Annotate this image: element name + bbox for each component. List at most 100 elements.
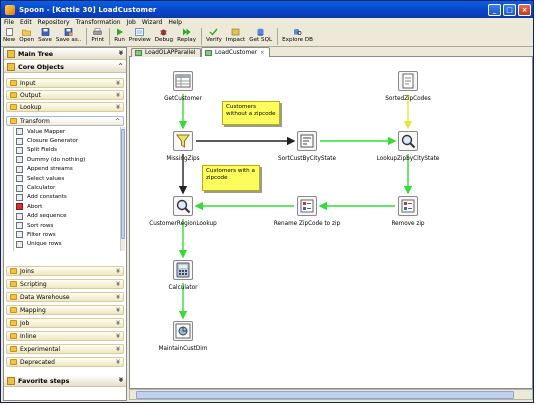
abort-icon <box>16 203 23 211</box>
category-output[interactable]: Output ¥ <box>6 90 124 100</box>
step-unique-rows[interactable]: Unique rows <box>14 240 124 249</box>
category-label: Lookup <box>20 103 42 111</box>
step-label: Select values <box>27 175 65 182</box>
step-value-mapper[interactable]: Value Mapper <box>14 127 124 136</box>
print-button[interactable]: Print <box>91 27 104 44</box>
step-customer-region-lookup[interactable]: CustomerRegionLookup <box>143 196 223 227</box>
step-label: Sort rows <box>27 222 54 229</box>
run-button[interactable]: Run <box>114 27 125 44</box>
step-lookup-zip-by-city-state[interactable]: LookupZipbyCityState <box>368 131 448 162</box>
category-lookup[interactable]: Lookup ¥ <box>6 102 124 112</box>
category-job[interactable]: Job ¥ <box>6 318 124 328</box>
folder-open-icon <box>10 118 17 124</box>
favorite-steps-header[interactable]: Favorite steps ¥ <box>4 375 126 387</box>
menu-job[interactable]: Job <box>127 19 136 26</box>
new-button[interactable]: New <box>3 27 15 44</box>
open-button[interactable]: Open <box>19 27 34 44</box>
window-title: Spoon - [Kettle 30] LoadCustomer <box>19 5 157 14</box>
maximize-button[interactable]: □ <box>503 3 516 16</box>
save-button[interactable]: Save <box>38 27 52 44</box>
category-label: Mapping <box>20 306 46 314</box>
menu-help[interactable]: Help <box>168 19 182 26</box>
category-scripting[interactable]: Scripting ¥ <box>6 279 124 289</box>
note-with-zipcode[interactable]: Customers with a zipcode <box>202 165 260 191</box>
step-label: Filter rows <box>27 231 56 238</box>
menu-wizard[interactable]: Wizard <box>142 19 162 26</box>
step-add-sequence[interactable]: Add sequence <box>14 212 124 221</box>
debug-button[interactable]: Debug <box>155 27 173 44</box>
step-maintain-cust-dim[interactable]: MaintainCustDim <box>143 321 223 352</box>
note-without-zipcode[interactable]: Customers without a zipcode <box>222 101 280 125</box>
tab-load-customer[interactable]: LoadCustomer × <box>201 47 271 57</box>
step-add-constants[interactable]: Add constants <box>14 193 124 202</box>
chevron-down-icon: ¥ <box>118 377 123 384</box>
category-inline[interactable]: Inline ¥ <box>6 331 124 341</box>
category-experimental[interactable]: Experimental ¥ <box>6 344 124 354</box>
menu-transformation[interactable]: Transformation <box>76 19 121 26</box>
split-fields-icon <box>16 146 23 154</box>
filter-icon <box>173 131 193 151</box>
core-objects-header[interactable]: Core Objects ^ <box>4 61 126 73</box>
folder-icon <box>10 333 17 339</box>
explore-db-button[interactable]: Explore DB <box>282 27 313 44</box>
canvas-horizontal-scrollbar[interactable] <box>129 389 533 400</box>
step-missing-zips[interactable]: MissingZips <box>143 131 223 162</box>
close-tab-icon[interactable]: × <box>260 50 264 56</box>
category-label: Deprecated <box>20 358 55 366</box>
step-sorted-zip-codes[interactable]: SortedZipCodes <box>368 71 448 102</box>
select-values-icon <box>16 175 23 183</box>
spoon-app-icon <box>5 4 15 15</box>
close-button[interactable]: × <box>518 3 531 16</box>
transformation-canvas[interactable]: Customers without a zipcode Customers wi… <box>129 57 533 389</box>
replay-button[interactable]: Replay <box>177 27 196 44</box>
minimize-button[interactable]: _ <box>488 3 501 16</box>
steps-scrollbar[interactable] <box>120 127 125 251</box>
preview-icon <box>135 28 145 36</box>
transform-steps-list: Value Mapper Closure Generator Split Fie… <box>13 127 124 251</box>
title-bar: Spoon - [Kettle 30] LoadCustomer _ □ × <box>1 1 533 18</box>
step-sort-cust-by-city-state[interactable]: SortCustByCityState <box>267 131 347 162</box>
main-tree-header[interactable]: Main Tree ¥ <box>4 48 126 60</box>
step-append-streams[interactable]: Append streams <box>14 165 124 174</box>
menu-edit[interactable]: Edit <box>20 19 32 26</box>
step-calculator[interactable]: Calculator <box>14 183 124 192</box>
step-closure-generator[interactable]: Closure Generator <box>14 136 124 145</box>
impact-button[interactable]: Impact <box>226 27 245 44</box>
step-abort[interactable]: Abort <box>14 202 124 211</box>
category-input[interactable]: Input ¥ <box>6 78 124 88</box>
scrollbar-thumb[interactable] <box>136 391 514 399</box>
step-select-values[interactable]: Select values <box>14 174 124 183</box>
category-mapping[interactable]: Mapping ¥ <box>6 305 124 315</box>
menu-file[interactable]: File <box>4 19 14 26</box>
step-remove-zip[interactable]: Remove zip <box>368 196 448 227</box>
step-filter-rows[interactable]: Filter rows <box>14 230 124 239</box>
transformation-tabs: LoadOLAPParallel LoadCustomer × <box>129 47 533 57</box>
step-rename-zip[interactable]: Rename ZipCode to zip <box>267 196 347 227</box>
folder-icon <box>10 320 17 326</box>
menu-repository[interactable]: Repository <box>38 19 70 26</box>
lookup-icon <box>398 131 418 151</box>
step-label: MissingZips <box>166 156 200 162</box>
sql-icon <box>257 28 264 36</box>
scrollbar-thumb[interactable] <box>121 129 125 239</box>
get-sql-button[interactable]: Get SQL <box>249 27 272 44</box>
new-file-icon <box>5 28 13 36</box>
step-sort-rows[interactable]: Sort rows <box>14 221 124 230</box>
category-joins[interactable]: Joins ¥ <box>6 266 124 276</box>
step-label: SortCustByCityState <box>278 156 336 162</box>
category-data-warehouse[interactable]: Data Warehouse ¥ <box>6 292 124 302</box>
folder-icon <box>10 92 17 98</box>
preview-button[interactable]: Preview <box>129 27 151 44</box>
save-as-button[interactable]: Save as.. <box>56 27 81 44</box>
tab-load-olap-parallel[interactable]: LoadOLAPParallel <box>131 48 202 57</box>
step-label: Value Mapper <box>27 128 66 135</box>
category-transform[interactable]: Transform ^ <box>6 116 124 126</box>
step-split-fields[interactable]: Split Fields <box>14 146 124 155</box>
category-deprecated[interactable]: Deprecated ¥ <box>6 357 124 367</box>
step-dummy[interactable]: Dummy (do nothing) <box>14 155 124 164</box>
step-get-customer[interactable]: GetCustomer <box>143 71 223 102</box>
verify-button[interactable]: Verify <box>206 27 222 44</box>
step-calculator[interactable]: Calculator <box>143 260 223 291</box>
impact-icon <box>231 28 240 36</box>
note-text: Customers with a zipcode <box>206 168 255 181</box>
